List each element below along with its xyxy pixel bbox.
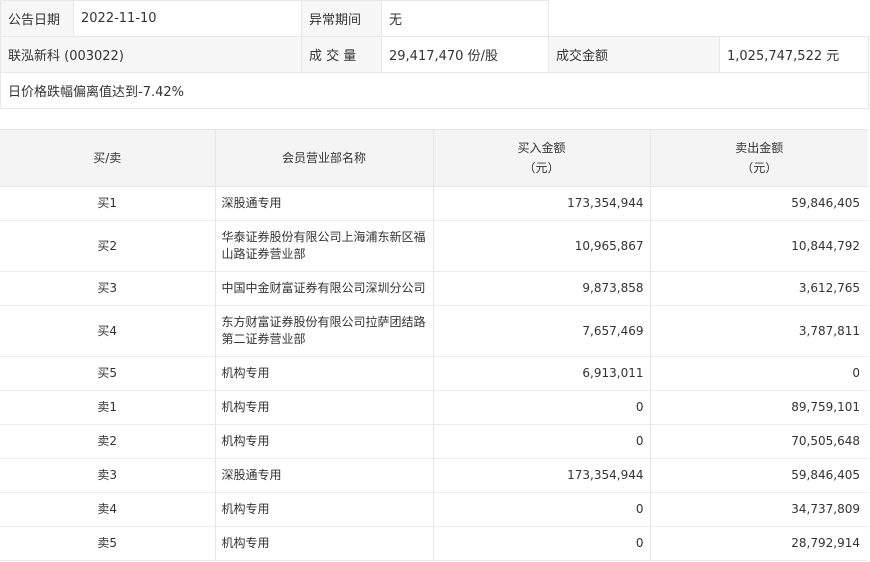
- row-branch-name: 机构专用: [214, 390, 433, 425]
- row-buy-amount: 7,657,469: [432, 305, 650, 357]
- row-buy-amount: 0: [432, 424, 650, 459]
- broker-trade-table: 买/卖 会员营业部名称 买入金额 （元） 卖出金额 （元） 买1 深股通专用 173…: [0, 129, 868, 561]
- header-buy-title: 买入金额: [517, 141, 566, 155]
- row-sell-amount: 59,846,405: [649, 186, 868, 221]
- row-side: 买3: [0, 271, 215, 306]
- amount-label: 成交金额: [548, 36, 720, 73]
- row-sell-amount: 59,846,405: [649, 458, 868, 493]
- row-branch-name: 机构专用: [214, 492, 433, 527]
- row-buy-amount: 9,873,858: [432, 271, 650, 306]
- row-side: 卖5: [0, 526, 215, 561]
- amount-value: 1,025,747,522 元: [719, 36, 869, 73]
- row-buy-amount: 0: [432, 492, 650, 527]
- row-side: 买2: [0, 220, 215, 272]
- table-row: 卖4 机构专用 0 34,737,809: [0, 492, 868, 527]
- header-branch-name: 会员营业部名称: [214, 129, 433, 187]
- row-side: 买4: [0, 305, 215, 357]
- row-side: 买5: [0, 356, 215, 391]
- row-branch-name: 东方财富证券股份有限公司拉萨团结路第二证券营业部: [214, 305, 433, 357]
- row-branch-name: 深股通专用: [214, 458, 433, 493]
- table-row: 卖3 深股通专用 173,354,944 59,846,405: [0, 458, 868, 493]
- row-side: 买1: [0, 186, 215, 221]
- table-row: 买5 机构专用 6,913,011 0: [0, 356, 868, 391]
- row-branch-name: 机构专用: [214, 526, 433, 561]
- info-empty-cell: [548, 0, 869, 37]
- table-row: 卖2 机构专用 0 70,505,648: [0, 424, 868, 459]
- row-branch-name: 深股通专用: [214, 186, 433, 221]
- table-row: 买2 华泰证券股份有限公司上海浦东新区福山路证券营业部 10,965,867 10,8…: [0, 220, 868, 272]
- listing-reason: 日价格跌幅偏离值达到-7.42%: [0, 72, 869, 109]
- table-row: 买4 东方财富证券股份有限公司拉萨团结路第二证券营业部 7,657,469 3,787…: [0, 305, 868, 357]
- header-sell-title: 卖出金额: [735, 141, 784, 155]
- abnormal-period-value: 无: [381, 0, 549, 37]
- row-branch-name: 中国中金财富证券有限公司深圳分公司: [214, 271, 433, 306]
- announcement-date-label: 公告日期: [0, 0, 74, 37]
- row-sell-amount: 3,787,811: [649, 305, 868, 357]
- row-sell-amount: 3,612,765: [649, 271, 868, 306]
- row-buy-amount: 173,354,944: [432, 186, 650, 221]
- row-side: 卖1: [0, 390, 215, 425]
- row-branch-name: 机构专用: [214, 356, 433, 391]
- row-side: 卖2: [0, 424, 215, 459]
- row-sell-amount: 0: [649, 356, 868, 391]
- header-side: 买/卖: [0, 129, 215, 187]
- header-buy-unit: （元）: [523, 161, 560, 175]
- row-buy-amount: 0: [432, 390, 650, 425]
- header-sell-amount: 卖出金额 （元）: [649, 129, 868, 187]
- row-sell-amount: 28,792,914: [649, 526, 868, 561]
- header-buy-amount: 买入金额 （元）: [432, 129, 650, 187]
- row-branch-name: 华泰证券股份有限公司上海浦东新区福山路证券营业部: [214, 220, 433, 272]
- header-sell-unit: （元）: [741, 161, 778, 175]
- table-row: 卖5 机构专用 0 28,792,914: [0, 526, 868, 561]
- table-row: 买1 深股通专用 173,354,944 59,846,405: [0, 186, 868, 221]
- row-sell-amount: 34,737,809: [649, 492, 868, 527]
- table-header-row: 买/卖 会员营业部名称 买入金额 （元） 卖出金额 （元）: [0, 129, 868, 187]
- row-buy-amount: 6,913,011: [432, 356, 650, 391]
- row-buy-amount: 0: [432, 526, 650, 561]
- stock-name: 联泓新科 (003022): [0, 36, 302, 73]
- row-buy-amount: 10,965,867: [432, 220, 650, 272]
- row-sell-amount: 70,505,648: [649, 424, 868, 459]
- table-row: 买3 中国中金财富证券有限公司深圳分公司 9,873,858 3,612,765: [0, 271, 868, 306]
- row-branch-name: 机构专用: [214, 424, 433, 459]
- table-row: 卖1 机构专用 0 89,759,101: [0, 390, 868, 425]
- volume-label: 成 交 量: [301, 36, 382, 73]
- abnormal-period-label: 异常期间: [301, 0, 382, 37]
- volume-value: 29,417,470 份/股: [381, 36, 549, 73]
- row-buy-amount: 173,354,944: [432, 458, 650, 493]
- row-side: 卖3: [0, 458, 215, 493]
- announcement-date-value: 2022-11-10: [73, 0, 302, 37]
- row-sell-amount: 10,844,792: [649, 220, 868, 272]
- row-side: 卖4: [0, 492, 215, 527]
- row-sell-amount: 89,759,101: [649, 390, 868, 425]
- announcement-info: 公告日期 2022-11-10 异常期间 无 联泓新科 (003022) 成 交…: [0, 0, 869, 109]
